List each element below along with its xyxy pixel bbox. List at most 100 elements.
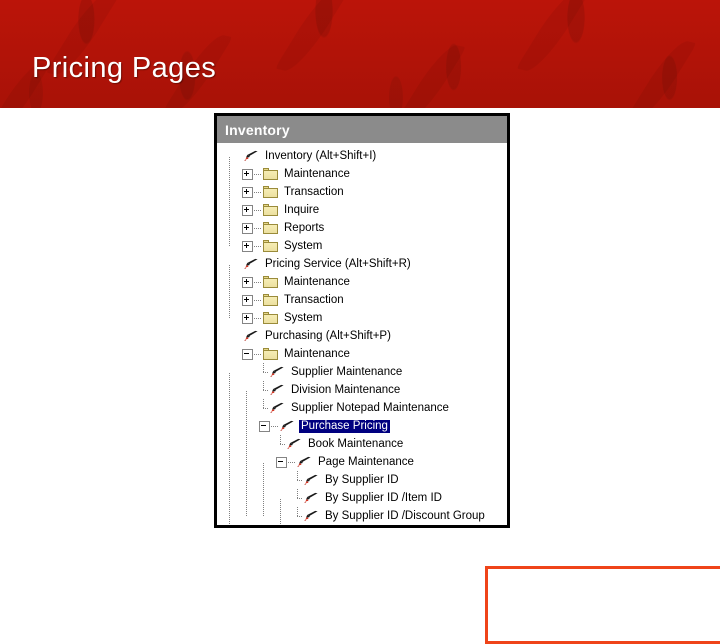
- tree-item[interactable]: Inquire: [217, 201, 507, 219]
- tree-item[interactable]: Transaction: [217, 183, 507, 201]
- shortcut-icon: [297, 456, 312, 468]
- tree-guide-line: [229, 157, 230, 247]
- shortcut-icon: [304, 510, 319, 522]
- shortcut-icon: [244, 150, 259, 162]
- slide-canvas: Pricing Pages Inventory Inventory (Alt+S…: [0, 0, 720, 644]
- expand-icon[interactable]: [242, 276, 253, 288]
- tree-connector: [293, 489, 302, 507]
- tree-item[interactable]: Maintenance: [217, 345, 507, 363]
- collapse-icon[interactable]: [276, 456, 287, 468]
- banner-texture-flake: [274, 0, 352, 74]
- tree-item-label: System: [284, 239, 323, 252]
- folder-icon: [263, 240, 278, 252]
- tree-connector: [254, 317, 261, 319]
- tree-connector: [293, 471, 302, 489]
- tree-connector: [276, 435, 285, 453]
- tree-connector: [254, 299, 261, 301]
- expand-icon[interactable]: [242, 294, 253, 306]
- tree-item-label: Transaction: [284, 293, 344, 306]
- tree-item-label: Inquire: [284, 203, 320, 216]
- folder-icon: [263, 222, 278, 234]
- tree-item[interactable]: Reports: [217, 219, 507, 237]
- tree-item[interactable]: Purchase Pricing: [217, 417, 507, 435]
- shortcut-icon: [287, 438, 302, 450]
- collapse-icon[interactable]: [242, 348, 253, 360]
- tree-item[interactable]: Inventory (Alt+Shift+I): [217, 147, 507, 165]
- folder-icon: [263, 294, 278, 306]
- expand-icon[interactable]: [242, 204, 253, 216]
- tree-item-label: By Supplier ID /Item ID: [325, 491, 442, 504]
- expand-icon[interactable]: [242, 168, 253, 180]
- tree-item[interactable]: Purchasing (Alt+Shift+P): [217, 327, 507, 345]
- collapse-icon[interactable]: [259, 420, 270, 432]
- tree-connector: [259, 363, 268, 381]
- tree-item[interactable]: Maintenance: [217, 273, 507, 291]
- expand-icon[interactable]: [242, 240, 253, 252]
- banner-texture-flake: [627, 38, 697, 108]
- tree-item-label: Division Maintenance: [291, 383, 401, 396]
- tree-item-label: Purchasing (Alt+Shift+P): [265, 329, 391, 342]
- tree-connector: [254, 173, 261, 175]
- banner-texture-flake: [516, 0, 590, 74]
- tree-connector: [254, 191, 261, 193]
- expand-icon[interactable]: [242, 312, 253, 324]
- tree-item-label: Supplier Notepad Maintenance: [291, 401, 449, 414]
- expand-icon[interactable]: [242, 186, 253, 198]
- tree-connector: [271, 425, 278, 427]
- tree-item-label: Supplier Maintenance: [291, 365, 403, 378]
- tree-item[interactable]: Supplier Maintenance: [217, 363, 507, 381]
- shortcut-icon: [270, 366, 285, 378]
- folder-icon: [263, 186, 278, 198]
- tree-connector: [254, 245, 261, 247]
- panel-header: Inventory: [217, 116, 507, 143]
- tree-item-label: By Supplier ID /Discount Group: [325, 509, 485, 522]
- tree-item[interactable]: Maintenance: [217, 165, 507, 183]
- tree-item-label: By Supplier ID: [325, 473, 399, 486]
- tree-item[interactable]: By Supplier ID /Item ID: [217, 489, 507, 507]
- tree-item[interactable]: System: [217, 309, 507, 327]
- tree-item[interactable]: Transaction: [217, 291, 507, 309]
- tree-item[interactable]: Pricing Service (Alt+Shift+R): [217, 255, 507, 273]
- banner-texture-flake: [397, 42, 467, 108]
- tree-item-label: Inventory (Alt+Shift+I): [265, 149, 377, 162]
- shortcut-icon: [244, 330, 259, 342]
- tree-item-label: Maintenance: [284, 347, 350, 360]
- tree-item[interactable]: Supplier Notepad Maintenance: [217, 399, 507, 417]
- folder-icon: [263, 168, 278, 180]
- navigation-tree[interactable]: Inventory (Alt+Shift+I) Maintenance Transa…: [217, 143, 507, 525]
- tree-item[interactable]: Page Maintenance: [217, 453, 507, 471]
- shortcut-icon: [280, 420, 295, 432]
- tree-connector: [254, 353, 261, 355]
- tree-guide-line: [280, 499, 281, 525]
- shortcut-icon: [244, 258, 259, 270]
- tree-connector: [288, 461, 295, 463]
- inventory-tree-panel: Inventory Inventory (Alt+Shift+I) Mainten…: [214, 113, 720, 644]
- shortcut-icon: [270, 402, 285, 414]
- tree-guide-line: [263, 463, 264, 517]
- tree-item[interactable]: By Supplier ID: [217, 471, 507, 489]
- tree-item[interactable]: System: [217, 237, 507, 255]
- tree-guide-line: [229, 373, 230, 525]
- panel-header-title: Inventory: [225, 121, 290, 138]
- tree-connector: [254, 209, 261, 211]
- tree-item[interactable]: By Supplier ID /Discount Group: [217, 507, 507, 525]
- tree-item-label: Purchase Pricing: [299, 419, 390, 433]
- tree-guide-line: [229, 265, 230, 319]
- tree-item-label: Maintenance: [284, 167, 350, 180]
- tree-item[interactable]: Book Maintenance: [217, 435, 507, 453]
- tree-connector: [254, 281, 261, 283]
- expand-icon[interactable]: [242, 222, 253, 234]
- tree-item-label: Pricing Service (Alt+Shift+R): [265, 257, 411, 270]
- folder-icon: [263, 204, 278, 216]
- shortcut-icon: [304, 474, 319, 486]
- tree-connector: [293, 507, 302, 525]
- folder-icon: [263, 348, 278, 360]
- shortcut-icon: [270, 384, 285, 396]
- tree-connector: [259, 381, 268, 399]
- tree-item[interactable]: Division Maintenance: [217, 381, 507, 399]
- tree-item-label: Page Maintenance: [318, 455, 414, 468]
- tree-connector: [259, 399, 268, 417]
